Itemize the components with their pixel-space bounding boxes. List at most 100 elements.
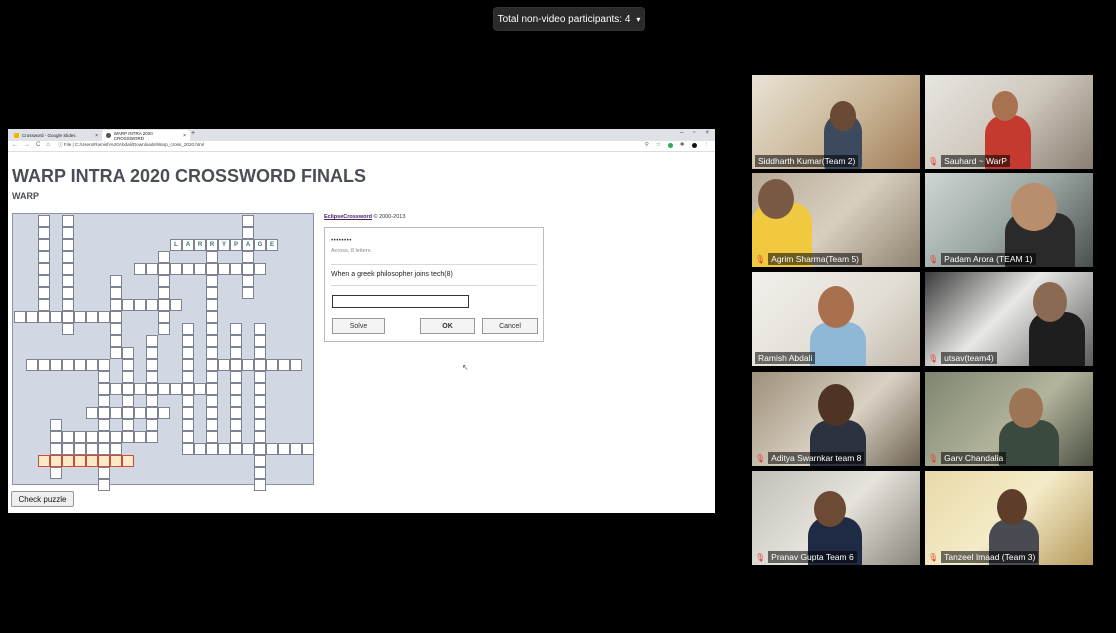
crossword-cell[interactable] (38, 299, 50, 311)
crossword-cell[interactable] (218, 263, 230, 275)
minimize-icon[interactable]: – (680, 130, 683, 136)
crossword-cell[interactable] (158, 263, 170, 275)
crossword-cell[interactable] (62, 443, 74, 455)
crossword-cell[interactable] (146, 359, 158, 371)
reload-icon[interactable]: C (36, 142, 40, 148)
crossword-cell[interactable] (110, 443, 122, 455)
crossword-cell[interactable] (230, 383, 242, 395)
crossword-cell[interactable] (86, 311, 98, 323)
crossword-cell-selected[interactable] (86, 455, 98, 467)
crossword-cell[interactable] (110, 383, 122, 395)
puzzle-icon[interactable]: ✱ (680, 142, 685, 148)
crossword-cell[interactable] (98, 395, 110, 407)
crossword-cell[interactable] (26, 311, 38, 323)
extension-icon[interactable] (667, 142, 673, 148)
video-tile[interactable]: 🎙 Pranav Gupta Team 6 (752, 471, 920, 565)
video-tile[interactable]: 🎙 Garv Chandalia (925, 372, 1093, 466)
crossword-cell[interactable] (170, 299, 182, 311)
crossword-cell[interactable] (74, 311, 86, 323)
crossword-cell[interactable] (206, 431, 218, 443)
crossword-cell[interactable] (218, 443, 230, 455)
crossword-cell[interactable] (158, 383, 170, 395)
crossword-cell[interactable] (158, 299, 170, 311)
crossword-cell[interactable] (254, 263, 266, 275)
crossword-cell[interactable] (134, 299, 146, 311)
crossword-cell[interactable] (74, 443, 86, 455)
star-icon[interactable]: ☆ (656, 142, 661, 148)
crossword-cell[interactable] (206, 395, 218, 407)
crossword-cell[interactable] (254, 395, 266, 407)
video-tile[interactable]: 🎙 Tanzeel Imaad (Team 3) (925, 471, 1093, 565)
crossword-cell[interactable] (182, 419, 194, 431)
crossword-cell-filled[interactable]: L (170, 239, 182, 251)
crossword-cell[interactable] (98, 383, 110, 395)
crossword-cell[interactable] (182, 407, 194, 419)
crossword-cell[interactable] (206, 383, 218, 395)
crossword-cell[interactable] (182, 383, 194, 395)
crossword-cell[interactable] (122, 407, 134, 419)
crossword-cell[interactable] (86, 407, 98, 419)
crossword-cell[interactable] (230, 407, 242, 419)
crossword-cell-selected[interactable] (74, 455, 86, 467)
crossword-cell[interactable] (110, 299, 122, 311)
video-tile[interactable]: 🎙 Agrim Sharma(Team 5) (752, 173, 920, 267)
crossword-cell[interactable] (254, 371, 266, 383)
crossword-cell[interactable] (38, 311, 50, 323)
crossword-cell[interactable] (38, 215, 50, 227)
new-tab-button[interactable]: + (191, 130, 195, 137)
crossword-cell[interactable] (170, 383, 182, 395)
crossword-cell[interactable] (278, 443, 290, 455)
crossword-cell[interactable] (158, 287, 170, 299)
crossword-cell[interactable] (230, 263, 242, 275)
crossword-cell[interactable] (146, 347, 158, 359)
crossword-cell[interactable] (50, 443, 62, 455)
crossword-grid[interactable]: LARRYPAGE (12, 213, 314, 491)
video-tile[interactable]: Siddharth Kumar(Team 2) (752, 75, 920, 169)
crossword-cell[interactable] (254, 323, 266, 335)
crossword-cell[interactable] (62, 311, 74, 323)
crossword-cell[interactable] (254, 431, 266, 443)
crossword-cell-filled[interactable]: E (266, 239, 278, 251)
crossword-cell[interactable] (74, 359, 86, 371)
forward-icon[interactable]: → (24, 142, 30, 148)
crossword-cell[interactable] (98, 407, 110, 419)
crossword-cell[interactable] (206, 419, 218, 431)
crossword-cell[interactable] (146, 407, 158, 419)
video-tile[interactable]: 🎙 Aditya Swarnkar team 8 (752, 372, 920, 466)
crossword-cell-filled[interactable]: A (182, 239, 194, 251)
solve-button[interactable]: Solve (332, 318, 385, 334)
crossword-cell[interactable] (158, 275, 170, 287)
crossword-cell[interactable] (110, 407, 122, 419)
crossword-cell-selected[interactable] (110, 455, 122, 467)
crossword-cell-filled[interactable]: G (254, 239, 266, 251)
crossword-cell[interactable] (146, 431, 158, 443)
crossword-cell[interactable] (182, 323, 194, 335)
crossword-cell[interactable] (230, 371, 242, 383)
crossword-cell-filled[interactable]: Y (218, 239, 230, 251)
tab-crossword[interactable]: WARP INTRA 2020 CROSSWORD × (102, 130, 190, 141)
crossword-cell[interactable] (62, 215, 74, 227)
crossword-cell[interactable] (38, 287, 50, 299)
crossword-cell[interactable] (206, 263, 218, 275)
crossword-cell[interactable] (110, 335, 122, 347)
crossword-cell[interactable] (242, 215, 254, 227)
crossword-cell[interactable] (110, 431, 122, 443)
crossword-cell[interactable] (206, 251, 218, 263)
crossword-cell[interactable] (242, 443, 254, 455)
crossword-cell[interactable] (242, 251, 254, 263)
crossword-cell[interactable] (254, 443, 266, 455)
crossword-cell[interactable] (98, 443, 110, 455)
menu-icon[interactable]: ⋮ (704, 142, 710, 148)
crossword-cell[interactable] (146, 263, 158, 275)
crossword-cell[interactable] (62, 263, 74, 275)
crossword-cell[interactable] (194, 263, 206, 275)
crossword-cell[interactable] (230, 335, 242, 347)
crossword-cell[interactable] (38, 359, 50, 371)
crossword-cell[interactable] (38, 227, 50, 239)
close-icon[interactable]: × (95, 133, 98, 139)
crossword-cell[interactable] (206, 443, 218, 455)
crossword-cell[interactable] (206, 287, 218, 299)
crossword-cell[interactable] (62, 359, 74, 371)
cancel-button[interactable]: Cancel (482, 318, 538, 334)
crossword-cell[interactable] (146, 299, 158, 311)
